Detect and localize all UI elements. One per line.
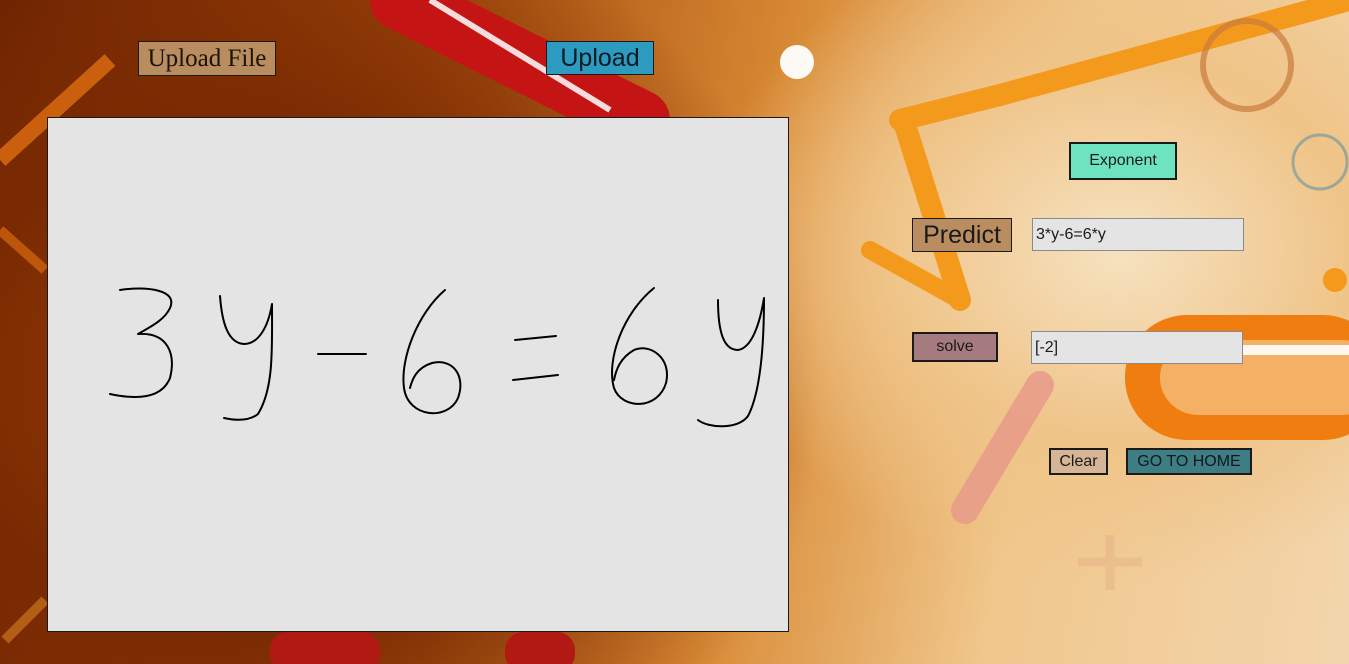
- solution-field[interactable]: [1031, 331, 1243, 364]
- predict-button[interactable]: Predict: [912, 218, 1012, 252]
- handwritten-letter-y-second: [697, 297, 765, 428]
- exponent-button[interactable]: Exponent: [1069, 142, 1177, 180]
- clear-button[interactable]: Clear: [1049, 448, 1108, 475]
- handwritten-digit-3: [109, 287, 173, 398]
- handwritten-equals-bottom: [512, 374, 559, 381]
- predicted-expression-field[interactable]: [1032, 218, 1244, 251]
- handwritten-equals-top: [514, 335, 557, 341]
- handwritten-letter-y: [219, 295, 274, 421]
- handwritten-digit-6: [402, 289, 462, 415]
- drawing-canvas[interactable]: [47, 117, 789, 632]
- upload-file-button[interactable]: Upload File: [138, 41, 276, 76]
- handwritten-expression: [109, 287, 765, 428]
- go-to-home-button[interactable]: GO TO HOME: [1126, 448, 1252, 475]
- solve-button[interactable]: solve: [912, 332, 998, 362]
- upload-button[interactable]: Upload: [546, 41, 654, 75]
- handwritten-digit-6-second: [611, 287, 669, 405]
